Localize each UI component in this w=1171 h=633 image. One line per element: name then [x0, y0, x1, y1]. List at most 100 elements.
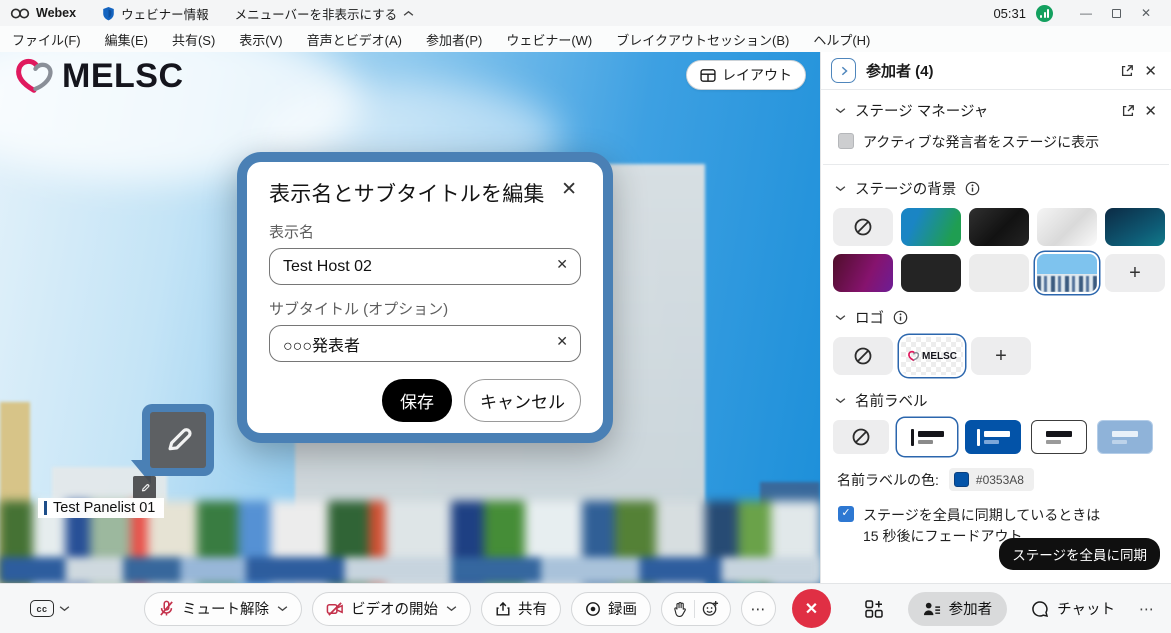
- menu-share[interactable]: 共有(S): [172, 30, 215, 49]
- info-icon[interactable]: [965, 181, 980, 196]
- share-screen-icon: [495, 601, 511, 617]
- name-label-color-row: 名前ラベルの色: #0353A8: [821, 454, 1171, 493]
- background-none-swatch[interactable]: [833, 208, 893, 246]
- popout-panel-icon[interactable]: [1120, 64, 1134, 78]
- save-button[interactable]: 保存: [382, 379, 452, 422]
- title-bar: Webex ウェビナー情報 メニューバーを非表示にする 05:31 — ✕: [0, 0, 1171, 26]
- start-video-button[interactable]: ビデオの開始: [312, 592, 471, 626]
- menu-file[interactable]: ファイル(F): [12, 30, 81, 49]
- close-panel-icon[interactable]: ✕: [1144, 62, 1157, 80]
- layout-button[interactable]: レイアウト: [686, 60, 806, 90]
- panelist-name-text: Test Panelist 01: [53, 500, 155, 516]
- logo-none-swatch[interactable]: [833, 337, 893, 375]
- name-label-section-title: 名前ラベル: [855, 390, 928, 411]
- chat-tab[interactable]: チャット: [1031, 598, 1115, 619]
- menu-bar: ファイル(F) 編集(E) 共有(S) 表示(V) 音声とビデオ(A) 参加者(…: [0, 26, 1171, 52]
- menu-edit[interactable]: 編集(E): [105, 30, 148, 49]
- connection-quality-icon[interactable]: [1036, 5, 1053, 22]
- active-speaker-checkbox[interactable]: [838, 133, 854, 149]
- captions-control[interactable]: cc: [30, 600, 70, 617]
- raise-hand-icon[interactable]: [673, 601, 687, 617]
- background-swatch-dark-gray[interactable]: [901, 254, 961, 292]
- logo-melsc-swatch-selected[interactable]: MELSC: [901, 337, 963, 375]
- stage-video-area: MELSC レイアウト 表示名とサブタイトルを編集 ✕ 表示名 ✕: [0, 52, 820, 583]
- record-icon: [585, 601, 601, 617]
- app-name: Webex: [36, 6, 76, 20]
- logo-section-header[interactable]: ロゴ: [821, 292, 1171, 335]
- collapse-panel-button[interactable]: [831, 58, 856, 83]
- dialog-close-icon[interactable]: ✕: [557, 178, 581, 201]
- share-button[interactable]: 共有: [481, 592, 561, 626]
- add-logo-button[interactable]: +: [971, 337, 1031, 375]
- menu-webinar[interactable]: ウェビナー(W): [506, 30, 592, 49]
- color-swatch: [954, 472, 969, 487]
- sync-stage-button[interactable]: ステージを全員に同期: [999, 538, 1160, 570]
- chevron-down-icon: [835, 397, 846, 404]
- webex-logo-icon: [10, 7, 30, 20]
- clear-subtitle-icon[interactable]: ✕: [556, 334, 568, 348]
- name-label-style-translucent[interactable]: [1097, 420, 1153, 454]
- webinar-info-label: ウェビナー情報: [121, 4, 209, 23]
- panelist-name-label: Test Panelist 01: [38, 498, 164, 518]
- background-swatch-dark-teal[interactable]: [1105, 208, 1165, 246]
- chevron-down-icon: [277, 605, 288, 612]
- name-label-color-label: 名前ラベルの色:: [837, 470, 939, 490]
- restore-button[interactable]: [1101, 2, 1131, 24]
- menu-participants[interactable]: 参加者(P): [426, 30, 482, 49]
- minimize-button[interactable]: —: [1071, 2, 1101, 24]
- name-label-style-selected[interactable]: [899, 420, 955, 454]
- popout-stage-manager-icon[interactable]: [1121, 104, 1135, 118]
- menu-help[interactable]: ヘルプ(H): [813, 30, 870, 49]
- participants-header: 参加者 (4) ✕: [821, 52, 1171, 89]
- background-swatch-black[interactable]: [969, 208, 1029, 246]
- shield-icon: [102, 6, 115, 21]
- subtitle-field[interactable]: [269, 325, 581, 362]
- sync-fadeout-checkbox[interactable]: ✓: [838, 506, 854, 522]
- app-identity: Webex: [10, 6, 76, 20]
- stage-manager-header[interactable]: ステージ マネージャ ✕: [821, 90, 1171, 128]
- edit-name-pencil-button[interactable]: [133, 476, 156, 499]
- name-label-style-blue[interactable]: [965, 420, 1021, 454]
- melsc-heart-icon: [12, 56, 56, 96]
- background-swatch-city-selected[interactable]: [1037, 254, 1097, 292]
- active-speaker-option[interactable]: アクティブな発言者をステージに表示: [821, 128, 1171, 164]
- background-swatch-teal-green[interactable]: [901, 208, 961, 246]
- participants-tab-active[interactable]: 参加者: [908, 592, 1008, 626]
- webex-window: Webex ウェビナー情報 メニューバーを非表示にする 05:31 — ✕ ファ…: [0, 0, 1171, 633]
- close-window-button[interactable]: ✕: [1131, 2, 1161, 24]
- hide-menubar-button[interactable]: メニューバーを非表示にする: [235, 4, 415, 23]
- record-button[interactable]: 録画: [571, 592, 651, 626]
- name-label-style-plain[interactable]: [1031, 420, 1087, 454]
- more-options-button[interactable]: ⋯: [741, 591, 776, 626]
- stage-background-header[interactable]: ステージの背景: [821, 165, 1171, 206]
- background-swatch-magenta[interactable]: [833, 254, 893, 292]
- reactions-smiley-icon[interactable]: [702, 600, 719, 617]
- chevron-down-icon: [835, 107, 846, 114]
- display-name-field[interactable]: [269, 248, 581, 285]
- stage-brand-logo: MELSC: [12, 56, 184, 96]
- info-icon[interactable]: [893, 310, 908, 325]
- name-label-section-header[interactable]: 名前ラベル: [821, 375, 1171, 418]
- menu-audio-video[interactable]: 音声とビデオ(A): [307, 30, 402, 49]
- name-label-color-picker[interactable]: #0353A8: [949, 468, 1034, 491]
- clear-display-name-icon[interactable]: ✕: [556, 257, 568, 271]
- name-label-none-swatch[interactable]: [833, 420, 889, 454]
- background-swatch-light-gray[interactable]: [969, 254, 1029, 292]
- webinar-info-button[interactable]: ウェビナー情報: [102, 4, 209, 23]
- meeting-toolbar: cc ミュート解除 ビデオの開始: [0, 583, 1171, 633]
- cancel-button[interactable]: キャンセル: [464, 379, 581, 422]
- background-swatch-silver[interactable]: [1037, 208, 1097, 246]
- unmute-button[interactable]: ミュート解除: [144, 592, 302, 626]
- closed-captions-icon: cc: [30, 600, 54, 617]
- participants-panel: 参加者 (4) ✕ ステージ マネージャ ✕: [820, 52, 1171, 583]
- menu-breakout[interactable]: ブレイクアウトセッション(B): [616, 30, 789, 49]
- menu-view[interactable]: 表示(V): [239, 30, 282, 49]
- share-label: 共有: [518, 598, 547, 619]
- more-panels-icon[interactable]: ⋯: [1139, 600, 1155, 618]
- apps-icon[interactable]: [864, 599, 884, 619]
- leave-meeting-button[interactable]: ✕: [792, 589, 831, 628]
- chevron-down-icon: [446, 605, 457, 612]
- close-stage-manager-icon[interactable]: ✕: [1144, 102, 1157, 120]
- sync-fadeout-line2: 15 秒後にフェードアウト: [863, 528, 1022, 544]
- add-background-button[interactable]: +: [1105, 254, 1165, 292]
